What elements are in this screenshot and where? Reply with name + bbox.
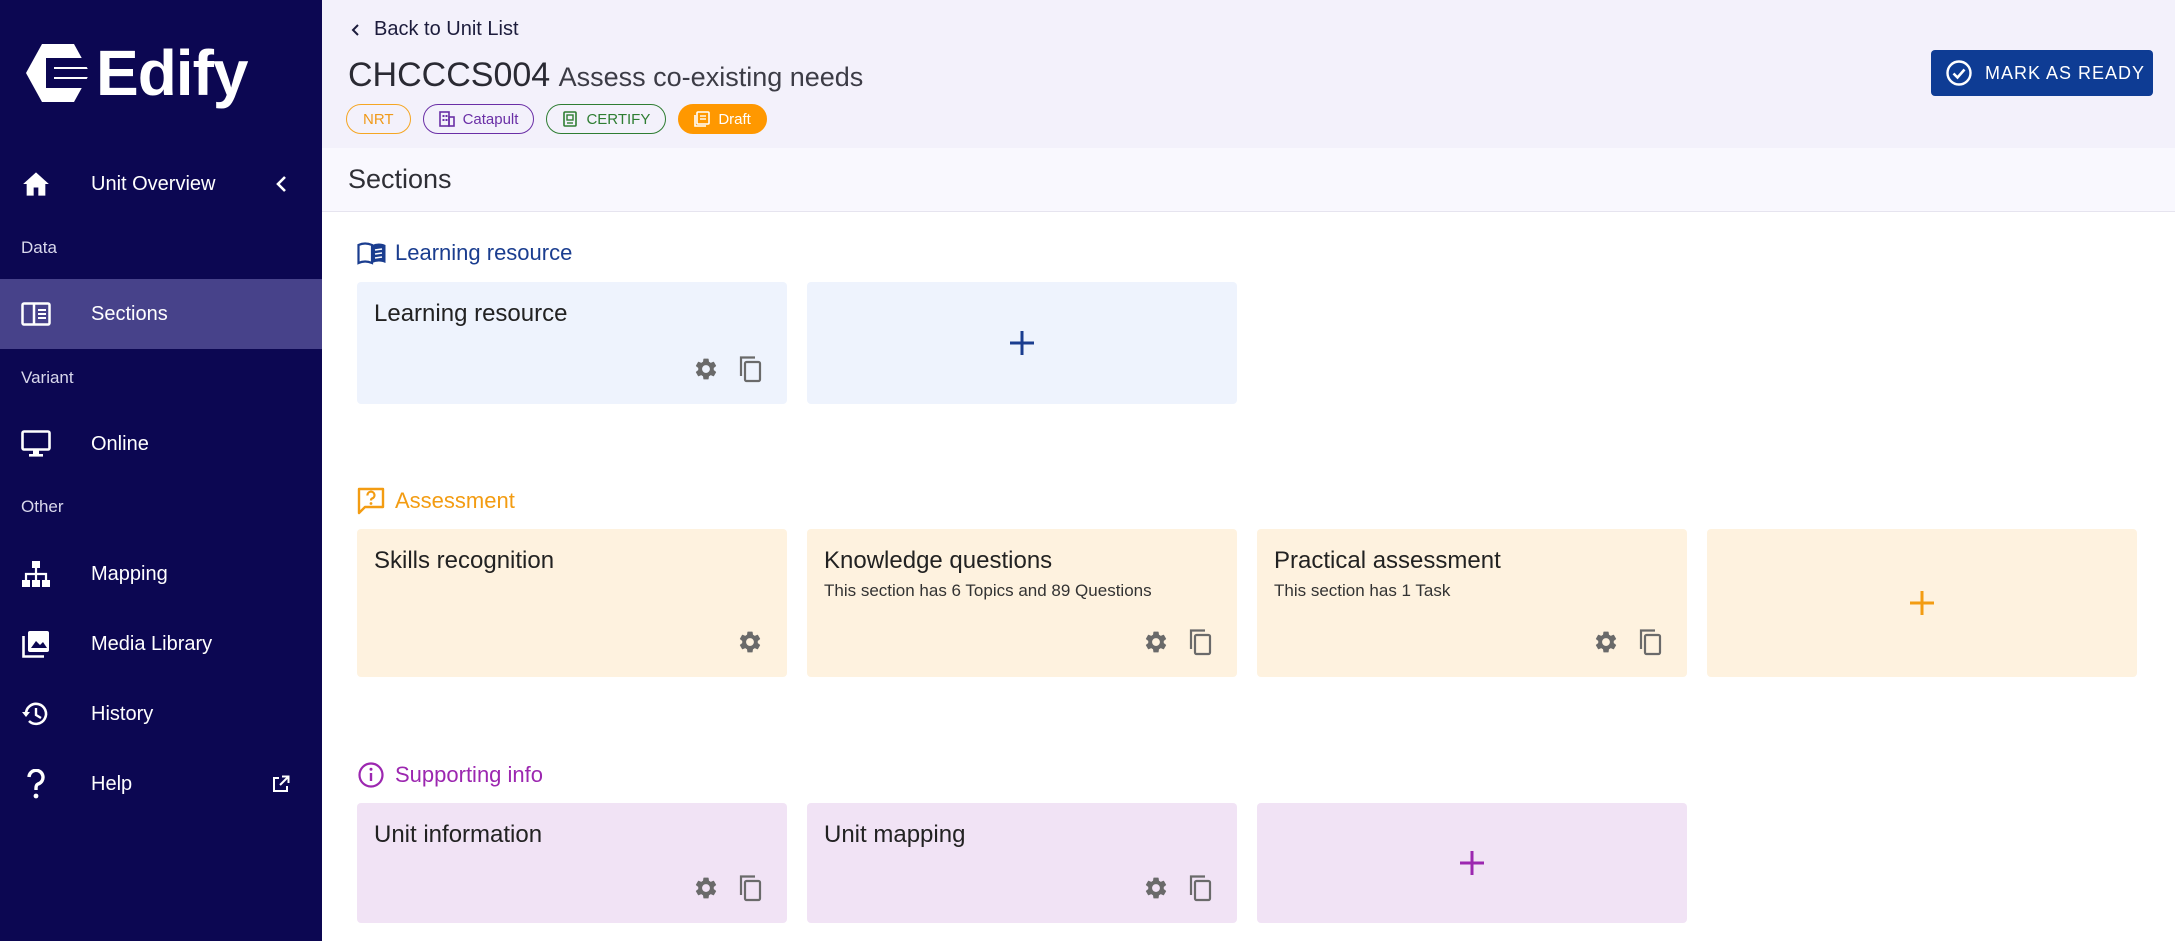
home-icon xyxy=(20,168,52,200)
nav-item-mapping[interactable]: Mapping xyxy=(0,539,322,609)
draft-badge-label: Draft xyxy=(718,110,751,128)
nav-section-other: Other xyxy=(21,497,64,516)
assessment-title: Assessment xyxy=(395,488,515,513)
page-title: CHCCCS004 Assess co-existing needs xyxy=(348,56,863,95)
history-icon xyxy=(20,698,52,730)
add-learning-resource-card[interactable] xyxy=(807,282,1237,404)
document-list-icon xyxy=(694,111,711,127)
card-subtitle: This section has 6 Topics and 89 Questio… xyxy=(824,581,1152,600)
nav-label-mapping: Mapping xyxy=(91,562,168,585)
section-card-knowledge-questions[interactable]: Knowledge questions This section has 6 T… xyxy=(807,529,1237,677)
nav-item-sections[interactable]: Sections xyxy=(0,279,322,349)
nav-label-unit-overview: Unit Overview xyxy=(91,172,216,195)
edify-logo[interactable]: Edify xyxy=(26,37,248,109)
card-title: Unit information xyxy=(374,821,543,848)
copy-icon[interactable] xyxy=(1185,627,1215,657)
settings-gear-icon[interactable] xyxy=(735,627,765,657)
nav-label-help: Help xyxy=(91,772,133,795)
back-link-label: Back to Unit List xyxy=(374,18,519,40)
image-library-icon xyxy=(20,628,52,660)
section-card-unit-mapping[interactable]: Unit mapping xyxy=(807,803,1237,923)
collapse-chevron-icon[interactable] xyxy=(270,173,292,195)
supporting-info-heading: Supporting info xyxy=(357,760,543,790)
supporting-info-title: Supporting info xyxy=(395,762,543,787)
sections-title: Sections xyxy=(348,164,452,194)
section-card-practical-assessment[interactable]: Practical assessment This section has 1 … xyxy=(1257,529,1687,677)
card-title: Knowledge questions xyxy=(824,547,1053,574)
add-assessment-card[interactable] xyxy=(1707,529,2137,677)
learning-resource-title: Learning resource xyxy=(395,240,573,265)
section-card-learning-resource[interactable]: Learning resource xyxy=(357,282,787,404)
catapult-badge-label: Catapult xyxy=(462,110,519,128)
info-circle-icon xyxy=(357,760,387,790)
section-card-skills-recognition[interactable]: Skills recognition xyxy=(357,529,787,677)
sections-bar: Sections xyxy=(322,148,2175,212)
question-mark-icon xyxy=(20,768,52,800)
card-title: Learning resource xyxy=(374,300,568,327)
logo-text: Edify xyxy=(96,37,248,109)
chevron-left-icon xyxy=(350,23,362,37)
settings-gear-icon[interactable] xyxy=(691,873,721,903)
plus-icon xyxy=(807,282,1237,404)
certify-badge: CERTIFY xyxy=(546,104,667,134)
nav-label-online: Online xyxy=(91,432,149,455)
assessment-heading: Assessment xyxy=(357,486,515,516)
learning-resource-heading: Learning resource xyxy=(357,238,572,268)
copy-icon[interactable] xyxy=(1635,627,1665,657)
sitemap-icon xyxy=(20,558,52,590)
certificate-icon xyxy=(562,111,578,127)
nav-item-media-library[interactable]: Media Library xyxy=(0,609,322,679)
building-icon xyxy=(438,111,455,127)
back-to-unit-list-link[interactable]: Back to Unit List xyxy=(350,18,519,41)
monitor-icon xyxy=(20,428,52,460)
external-link-icon xyxy=(270,773,292,795)
card-title: Practical assessment xyxy=(1274,547,1501,574)
badge-row: NRT Catapult CERTIFY Draft xyxy=(346,104,767,134)
nrt-badge-label: NRT xyxy=(363,110,394,128)
catapult-badge: Catapult xyxy=(422,104,535,134)
nav-section-data: Data xyxy=(21,238,57,257)
plus-icon xyxy=(1707,529,2137,677)
nav-item-help[interactable]: Help xyxy=(0,749,322,819)
unit-code: CHCCCS004 xyxy=(348,56,551,94)
section-card-unit-information[interactable]: Unit information xyxy=(357,803,787,923)
menu-book-icon xyxy=(357,238,387,268)
unit-name: Assess co-existing needs xyxy=(558,62,864,92)
nav-item-unit-overview[interactable]: Unit Overview xyxy=(0,149,322,219)
unit-header: Back to Unit List CHCCCS004 Assess co-ex… xyxy=(322,0,2175,148)
mark-as-ready-button[interactable]: MARK AS READY xyxy=(1931,50,2153,96)
check-circle-icon xyxy=(1945,59,1973,87)
add-supporting-info-card[interactable] xyxy=(1257,803,1687,923)
edify-logo-icon xyxy=(26,44,90,102)
copy-icon[interactable] xyxy=(735,354,765,384)
copy-icon[interactable] xyxy=(735,873,765,903)
settings-gear-icon[interactable] xyxy=(691,354,721,384)
settings-gear-icon[interactable] xyxy=(1141,627,1171,657)
card-subtitle: This section has 1 Task xyxy=(1274,581,1451,600)
nav-item-history[interactable]: History xyxy=(0,679,322,749)
quiz-bubble-icon xyxy=(357,486,387,516)
nrt-badge: NRT xyxy=(346,104,411,134)
book-open-icon xyxy=(20,298,52,330)
nav-section-variant: Variant xyxy=(21,368,74,387)
draft-status-badge: Draft xyxy=(678,104,767,134)
nav-label-sections: Sections xyxy=(91,302,168,325)
card-title: Unit mapping xyxy=(824,821,966,848)
mark-as-ready-label: MARK AS READY xyxy=(1985,62,2146,83)
settings-gear-icon[interactable] xyxy=(1591,627,1621,657)
nav-label-media-library: Media Library xyxy=(91,632,213,655)
settings-gear-icon[interactable] xyxy=(1141,873,1171,903)
nav-item-online[interactable]: Online xyxy=(0,409,322,479)
card-title: Skills recognition xyxy=(374,547,555,574)
nav-label-history: History xyxy=(91,702,154,725)
copy-icon[interactable] xyxy=(1185,873,1215,903)
certify-badge-label: CERTIFY xyxy=(586,110,651,128)
sidebar: Edify Unit Overview Data Sections Varian… xyxy=(0,0,322,941)
plus-icon xyxy=(1257,803,1687,923)
